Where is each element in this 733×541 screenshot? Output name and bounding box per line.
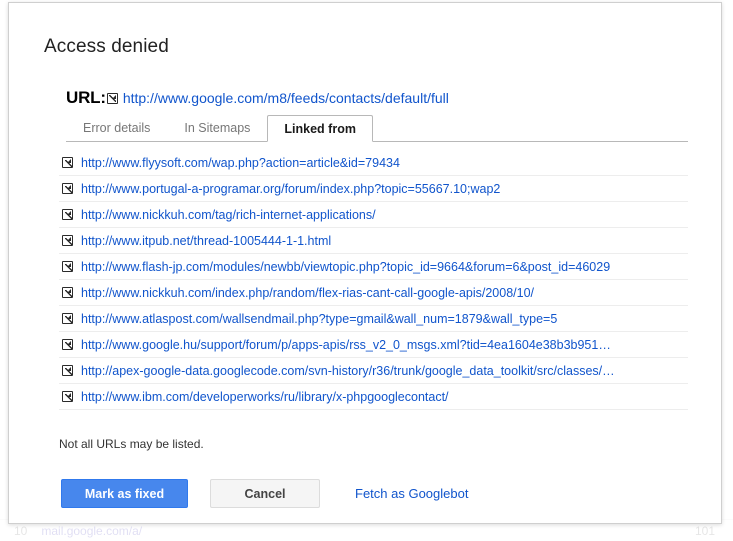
external-link-icon: [62, 287, 73, 298]
tab-linked-from[interactable]: Linked from: [267, 115, 373, 142]
tab-in-sitemaps[interactable]: In Sitemaps: [167, 114, 267, 141]
linked-url[interactable]: http://www.google.hu/support/forum/p/app…: [81, 338, 611, 352]
url-header: URL: http://www.google.com/m8/feeds/cont…: [66, 88, 449, 108]
access-denied-dialog: Access denied URL: http://www.google.com…: [8, 2, 722, 524]
linked-url[interactable]: http://www.flyysoft.com/wap.php?action=a…: [81, 156, 400, 170]
list-item[interactable]: http://www.flyysoft.com/wap.php?action=a…: [59, 150, 688, 176]
url-label: URL:: [66, 88, 106, 108]
linked-url[interactable]: http://apex-google-data.googlecode.com/s…: [81, 364, 615, 378]
external-link-icon: [62, 339, 73, 350]
linked-url[interactable]: http://www.nickkuh.com/index.php/random/…: [81, 286, 534, 300]
external-link-icon: [62, 235, 73, 246]
list-item[interactable]: http://www.flash-jp.com/modules/newbb/vi…: [59, 254, 688, 280]
backdrop-cell-link: mail.google.com/a/: [27, 524, 142, 538]
external-link-icon: [62, 365, 73, 376]
linked-url[interactable]: http://www.ibm.com/developerworks/ru/lib…: [81, 390, 449, 404]
linked-url[interactable]: http://www.portugal-a-programar.org/foru…: [81, 182, 500, 196]
external-link-icon: [62, 157, 73, 168]
url-link[interactable]: http://www.google.com/m8/feeds/contacts/…: [123, 90, 449, 106]
cancel-button[interactable]: Cancel: [210, 479, 320, 508]
list-item[interactable]: http://www.portugal-a-programar.org/foru…: [59, 176, 688, 202]
list-item[interactable]: http://apex-google-data.googlecode.com/s…: [59, 358, 688, 384]
list-item[interactable]: http://www.ibm.com/developerworks/ru/lib…: [59, 384, 688, 410]
linked-url[interactable]: http://www.itpub.net/thread-1005444-1-1.…: [81, 234, 331, 248]
backdrop-cell-count: 10: [0, 524, 27, 538]
linked-from-list: http://www.flyysoft.com/wap.php?action=a…: [59, 150, 688, 410]
linked-url[interactable]: http://www.flash-jp.com/modules/newbb/vi…: [81, 260, 610, 274]
tab-error-details[interactable]: Error details: [66, 114, 167, 141]
external-link-icon: [62, 183, 73, 194]
tab-bar: Error details In Sitemaps Linked from: [66, 115, 688, 142]
list-item[interactable]: http://www.nickkuh.com/index.php/random/…: [59, 280, 688, 306]
fetch-as-googlebot-link[interactable]: Fetch as Googlebot: [355, 486, 468, 501]
mark-as-fixed-button[interactable]: Mark as fixed: [61, 479, 188, 508]
external-link-icon: [62, 209, 73, 220]
linked-url[interactable]: http://www.atlaspost.com/wallsendmail.ph…: [81, 312, 557, 326]
list-item[interactable]: http://www.atlaspost.com/wallsendmail.ph…: [59, 306, 688, 332]
external-link-icon: [62, 261, 73, 272]
dialog-actions: Mark as fixed Cancel Fetch as Googlebot: [61, 479, 468, 508]
page-title: Access denied: [44, 36, 169, 58]
backdrop-cell-right: 101: [695, 524, 733, 538]
list-item[interactable]: http://www.nickkuh.com/tag/rich-internet…: [59, 202, 688, 228]
external-link-icon: [107, 93, 118, 104]
list-item[interactable]: http://www.google.hu/support/forum/p/app…: [59, 332, 688, 358]
external-link-icon: [62, 391, 73, 402]
external-link-icon: [62, 313, 73, 324]
list-note: Not all URLs may be listed.: [59, 437, 204, 451]
list-item[interactable]: http://www.itpub.net/thread-1005444-1-1.…: [59, 228, 688, 254]
linked-url[interactable]: http://www.nickkuh.com/tag/rich-internet…: [81, 208, 376, 222]
